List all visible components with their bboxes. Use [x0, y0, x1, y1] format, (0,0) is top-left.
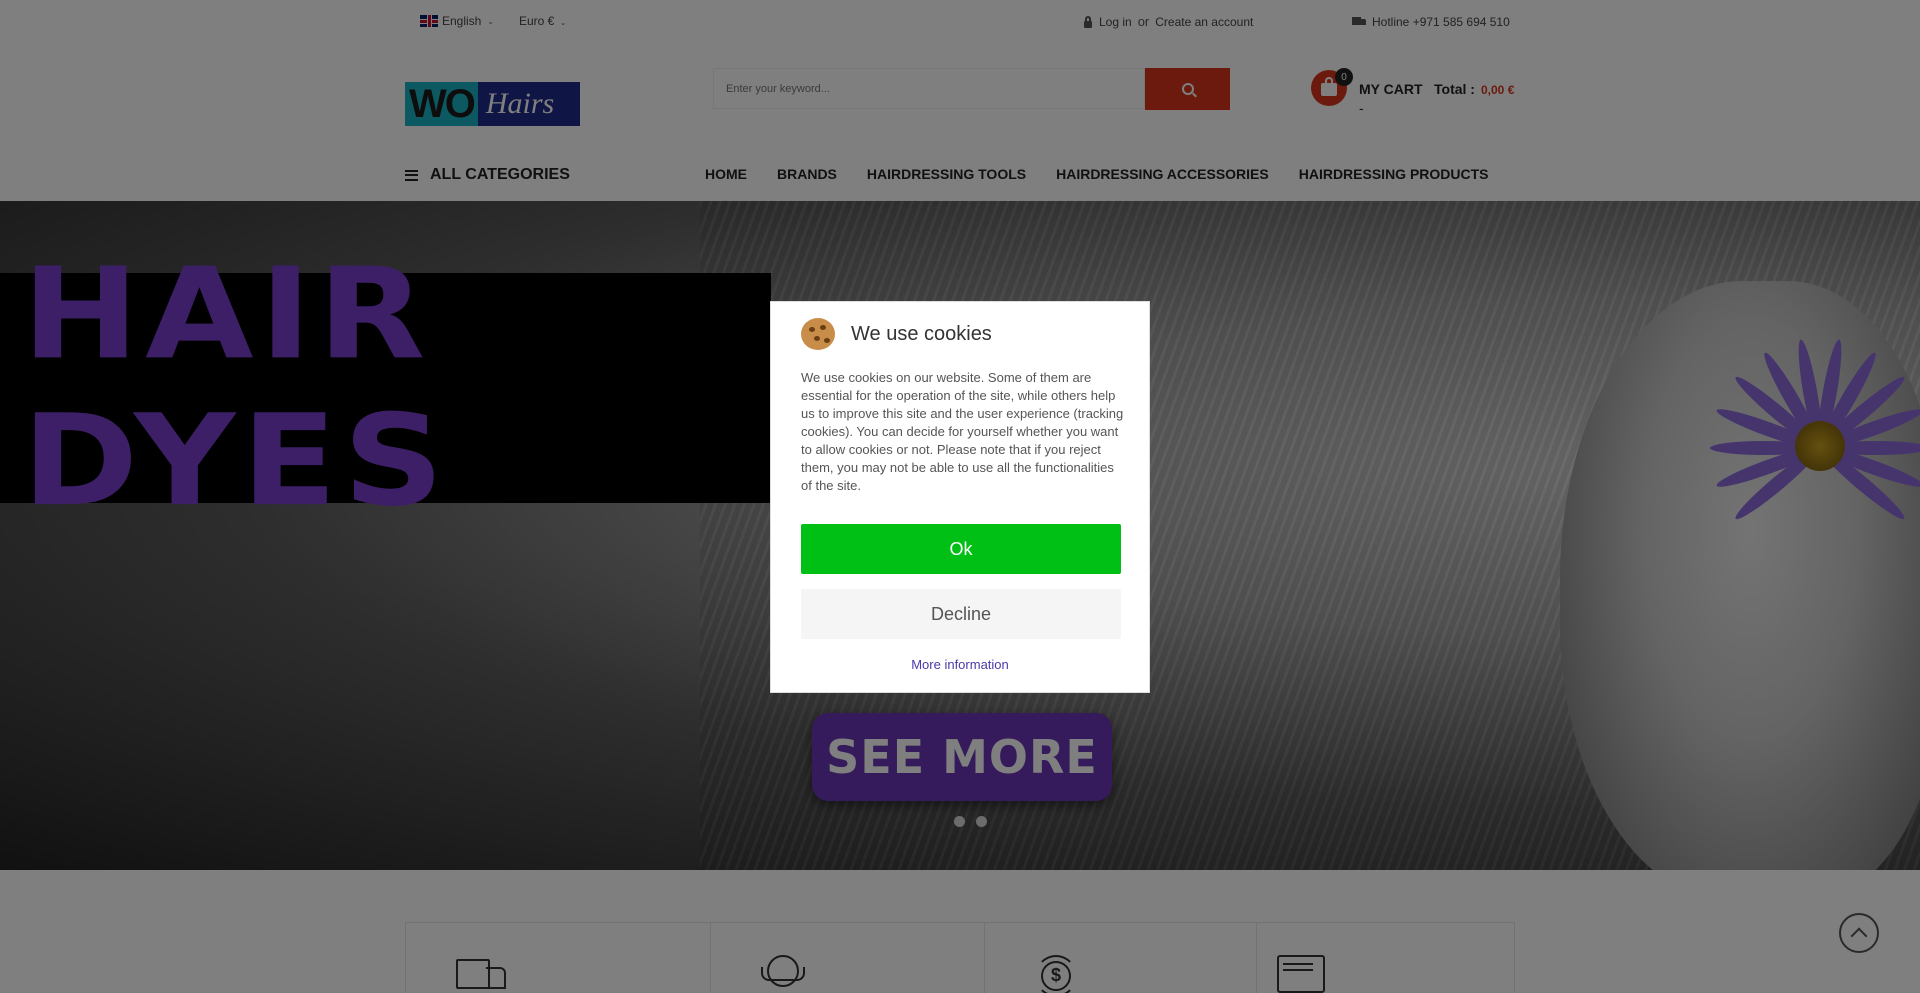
- cookie-icon: [801, 318, 835, 350]
- cookie-decline-button[interactable]: Decline: [801, 589, 1121, 639]
- cookie-modal-title: We use cookies: [851, 323, 992, 345]
- cookie-consent-modal: We use cookies We use cookies on our web…: [770, 301, 1150, 693]
- cookie-more-info-link[interactable]: More information: [771, 657, 1149, 672]
- cookie-ok-button[interactable]: Ok: [801, 524, 1121, 574]
- cookie-modal-body: We use cookies on our website. Some of t…: [801, 370, 1124, 493]
